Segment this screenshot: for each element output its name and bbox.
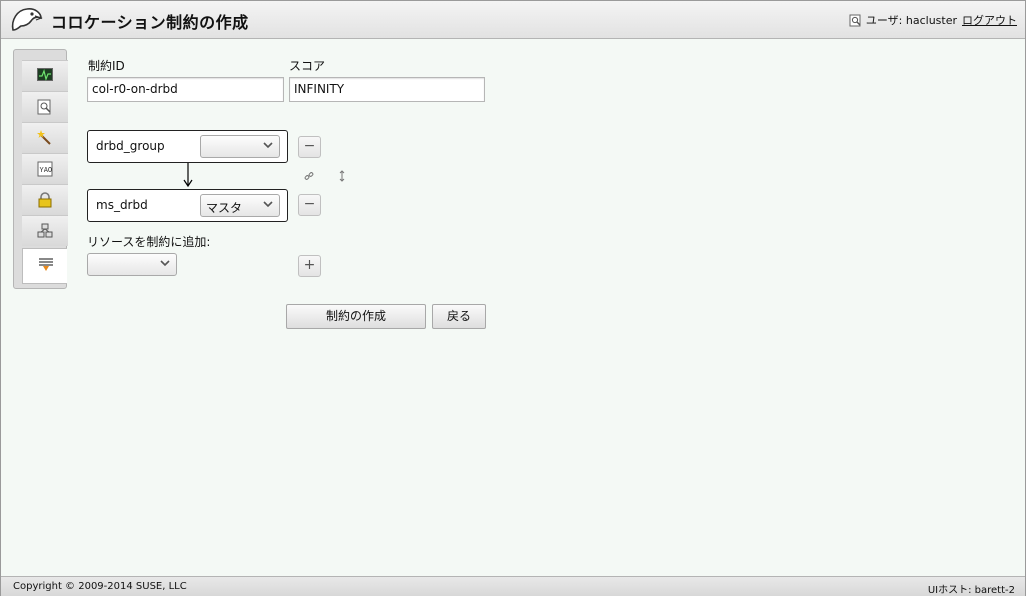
config-icon: YAO [37, 161, 53, 177]
swap-icon[interactable] [338, 170, 346, 182]
lock-icon [38, 192, 52, 208]
svg-text:YAO: YAO [40, 166, 53, 174]
role-select[interactable] [200, 135, 280, 158]
sidebar-item-access[interactable] [22, 184, 68, 215]
constraint-id-label: 制約ID [88, 59, 125, 73]
remove-resource-button[interactable]: − [298, 136, 321, 158]
search-document-icon [37, 99, 51, 115]
hawk-logo-icon [11, 8, 43, 31]
sidebar-item-status[interactable] [22, 60, 68, 91]
resource-name: drbd_group [96, 139, 165, 153]
sidebar-item-wizard[interactable] [22, 122, 68, 153]
user-area: ユーザ: hacluster ログアウト [849, 12, 1017, 28]
create-constraint-button[interactable]: 制約の作成 [286, 304, 426, 329]
role-select-value: マスタ [206, 201, 243, 215]
score-input[interactable]: INFINITY [289, 77, 485, 102]
role-select[interactable]: マスタ [200, 194, 280, 217]
resource-box: drbd_group [87, 130, 288, 163]
add-resource-select[interactable] [87, 253, 177, 276]
logout-link[interactable]: ログアウト [962, 12, 1017, 28]
user-search-icon [849, 14, 861, 26]
back-button[interactable]: 戻る [432, 304, 486, 329]
chevron-down-icon [160, 260, 170, 267]
sidebar-item-constraints[interactable] [22, 248, 67, 284]
footer: Copyright © 2009-2014 SUSE, LLC UIホスト: b… [1, 576, 1025, 596]
constraints-icon [39, 258, 53, 271]
link-icon[interactable] [304, 171, 314, 181]
sidebar-item-history[interactable] [22, 91, 68, 122]
arrow-down-icon [183, 163, 193, 188]
constraint-id-input[interactable]: col-r0-on-drbd [87, 77, 284, 102]
app-window: コロケーション制約の作成 ユーザ: hacluster ログアウト YAO 制約… [0, 0, 1026, 596]
add-resource-button[interactable]: + [298, 255, 321, 277]
page-title: コロケーション制約の作成 [51, 13, 249, 32]
copyright-text: Copyright © 2009-2014 SUSE, LLC [13, 581, 187, 592]
remove-resource-button[interactable]: − [298, 194, 321, 216]
score-label: スコア [289, 59, 326, 73]
sidebar-item-config[interactable]: YAO [22, 153, 68, 184]
host-text: UIホスト: barett-2 [927, 585, 1015, 596]
chevron-down-icon [263, 201, 273, 208]
header-bar: コロケーション制約の作成 ユーザ: hacluster ログアウト [1, 1, 1025, 39]
resource-box: ms_drbd マスタ [87, 189, 288, 222]
nodes-icon [37, 223, 53, 238]
chevron-down-icon [263, 142, 273, 149]
resource-name: ms_drbd [96, 198, 148, 212]
sidebar: YAO [13, 49, 68, 289]
user-label: ユーザ: hacluster [865, 14, 957, 27]
add-resource-label: リソースを制約に追加: [87, 235, 211, 249]
wand-icon [37, 130, 51, 145]
sidebar-item-nodes[interactable] [22, 215, 68, 246]
monitor-icon [37, 68, 53, 81]
